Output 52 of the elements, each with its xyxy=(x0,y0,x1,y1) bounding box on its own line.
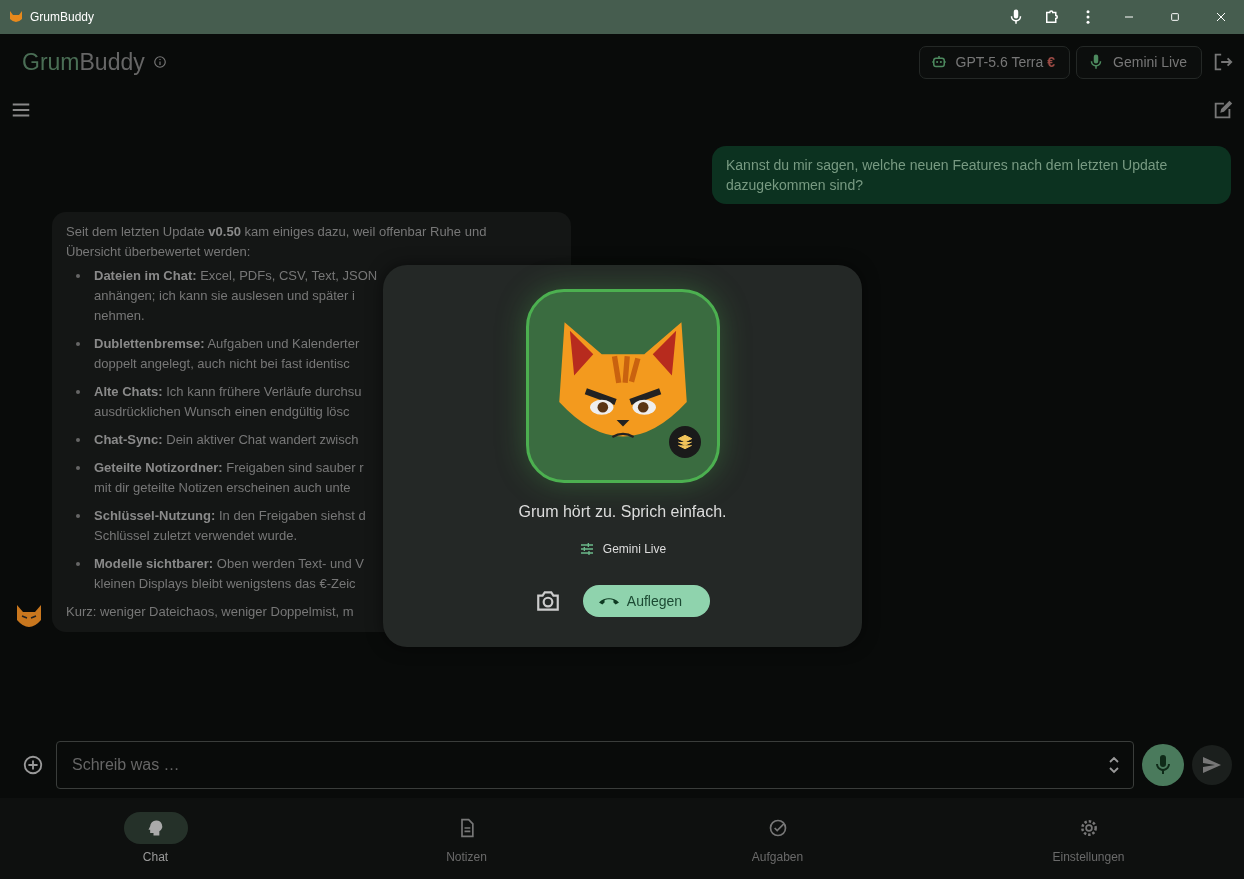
nav-tab[interactable]: Einstellungen xyxy=(933,798,1244,879)
bullet-icon xyxy=(76,438,80,442)
bullet-icon xyxy=(76,274,80,278)
sliders-icon xyxy=(578,541,595,557)
list-item-text: Geteilte Notizordner: Freigaben sind sauber r xyxy=(94,459,364,477)
nav-tab[interactable]: Notizen xyxy=(311,798,622,879)
window-title: GrumBuddy xyxy=(30,10,95,24)
user-message: Kannst du mir sagen, welche neuen Features nach dem letzten Update dazugekommen sind? xyxy=(712,146,1231,204)
camera-icon[interactable] xyxy=(534,588,561,614)
list-item-text: Schlüssel zuletzt verwendet wurde. xyxy=(94,527,298,545)
message-text: Seit dem letzten Update v0.50 kam einiges dazu, weil offenbar Ruhe und xyxy=(66,223,487,241)
list-item-text: mit dir geteilte Notizen erscheinen auch unte xyxy=(94,479,351,497)
dialog-status-text: Grum hört zu. Sprich einfach. xyxy=(518,503,727,521)
nav-tab[interactable]: Chat xyxy=(0,798,311,879)
list-item-text: Alte Chats: Ich kann frühere Verläufe durchsu xyxy=(94,383,362,401)
list-item-text: kleinen Displays bleibt wenigstens das €-Zeic xyxy=(94,575,356,593)
logout-icon[interactable] xyxy=(1212,51,1234,73)
check-circle-icon xyxy=(767,818,788,838)
list-item-text: ausdrücklichen Wunsch einen endgültig lösc xyxy=(94,403,350,421)
nav-tab[interactable]: Aufgaben xyxy=(622,798,933,879)
list-item-text: anhängen; ich kann sie auslesen und später i xyxy=(94,287,355,305)
edit-icon[interactable] xyxy=(1212,99,1234,121)
bullet-icon xyxy=(76,342,80,346)
info-icon[interactable] xyxy=(152,55,167,69)
voice-model-label: Gemini Live xyxy=(602,542,667,556)
add-icon[interactable] xyxy=(22,754,44,776)
bullet-icon xyxy=(76,514,80,518)
list-item-text: nehmen. xyxy=(94,307,145,325)
list-item-text: Schlüssel-Nutzung: In den Freigaben siehst d xyxy=(94,507,366,525)
settings-icon xyxy=(1078,818,1099,838)
app-logo: GrumBuddy xyxy=(22,48,145,76)
list-item-text: doppelt angelegt, auch nicht bei fast identisc xyxy=(94,355,350,373)
model-chip[interactable]: GPT-5.6 Terra € xyxy=(918,45,1071,79)
bullet-icon xyxy=(76,466,80,470)
list-item-text: Chat-Sync: Dein aktiver Chat wandert zwisch xyxy=(94,431,359,449)
list-item-text: Dublettenbremse: Aufgaben und Kalenderter xyxy=(94,335,360,353)
bullet-icon xyxy=(76,562,80,566)
list-item-text: Modelle sichtbarer: Oben werden Text- und V xyxy=(94,555,364,573)
voice-button[interactable] xyxy=(1142,744,1184,786)
voice-chip[interactable]: Gemini Live xyxy=(1076,45,1202,79)
puzzle-icon[interactable] xyxy=(1043,8,1061,26)
bullet-icon xyxy=(76,390,80,394)
phone-icon xyxy=(598,597,619,605)
expand-icon[interactable] xyxy=(1108,755,1120,775)
hang-up-button[interactable]: Auflegen xyxy=(582,585,711,617)
message-text: Übersicht überbewertet werden: xyxy=(66,243,251,261)
message-text: Kurz: weniger Dateichaos, weniger Doppelmist, m xyxy=(66,603,354,621)
stack-badge-icon xyxy=(668,426,701,458)
send-button[interactable] xyxy=(1192,745,1232,785)
cat-app-icon xyxy=(8,9,24,25)
list-item-text: Dateien im Chat: Excel, PDFs, CSV, Text, JSON xyxy=(94,267,378,285)
message-input-field[interactable]: Schreib was … xyxy=(56,741,1134,789)
